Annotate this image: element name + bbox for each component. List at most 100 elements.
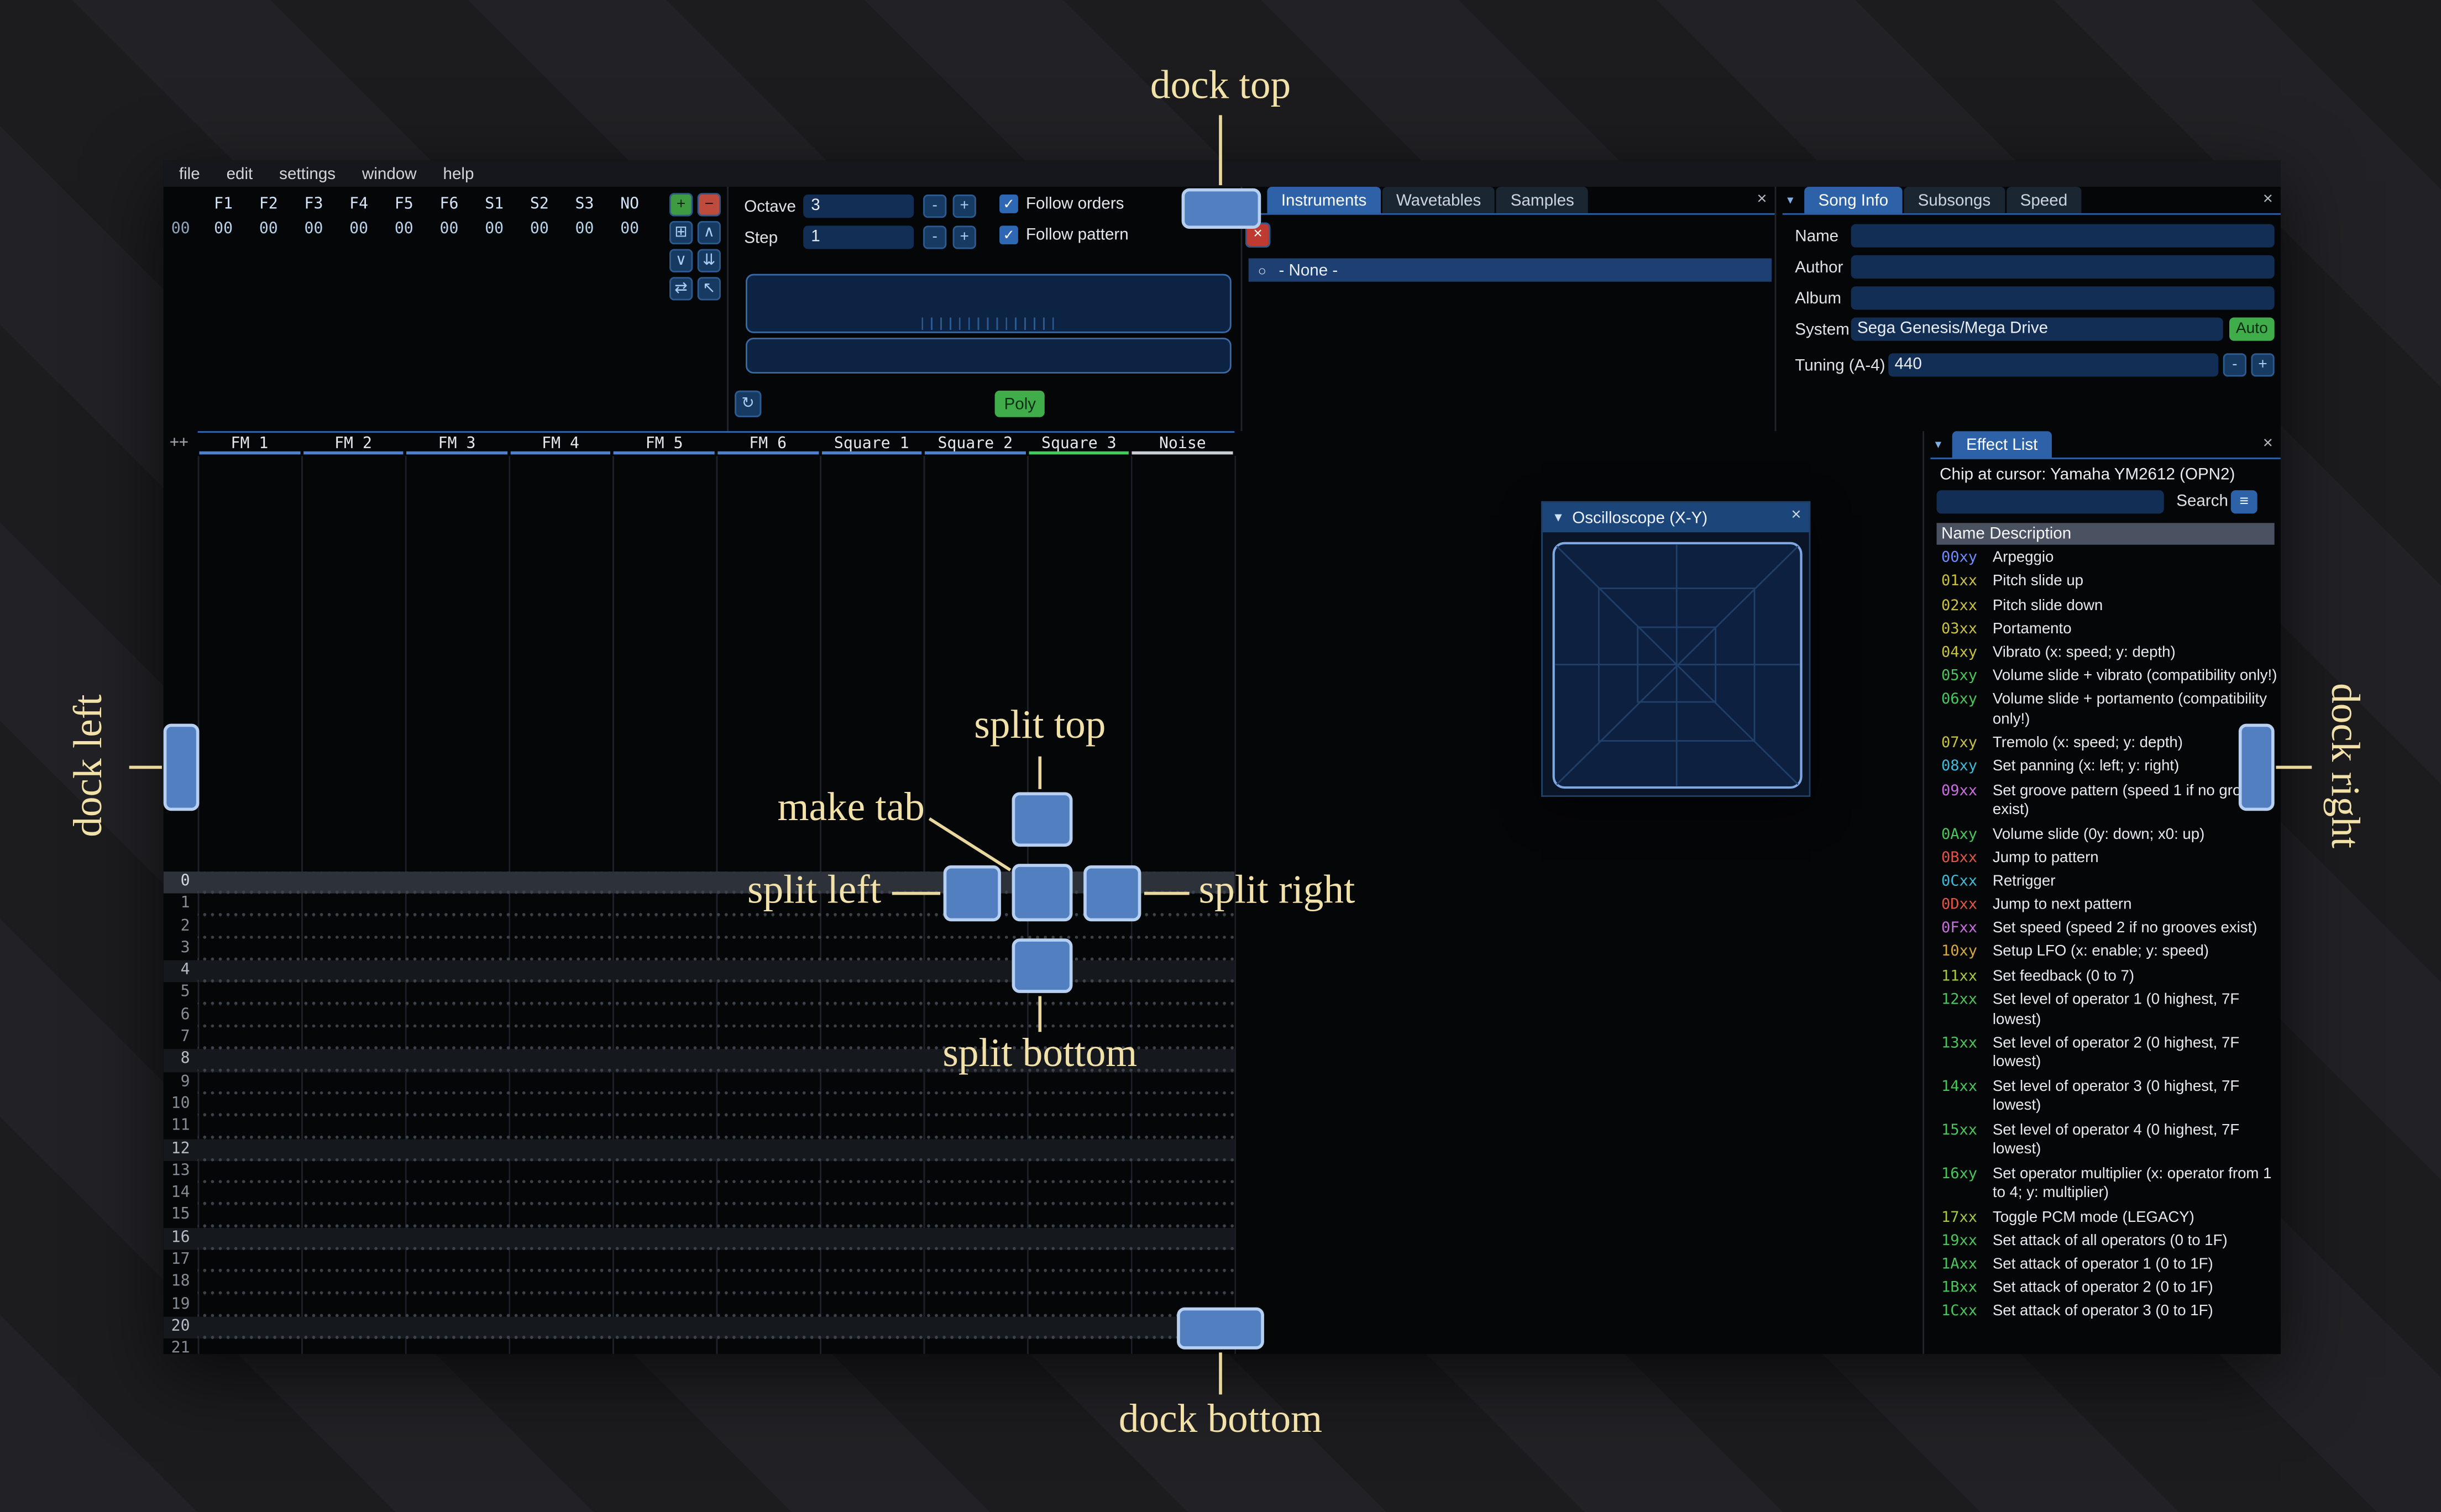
effect-row[interactable]: 0Axy Volume slide (0y: down; x0: up) [1937, 824, 2281, 848]
order-add-button[interactable]: + [669, 193, 693, 217]
tab-samples[interactable]: Samples [1496, 186, 1589, 213]
pattern-row[interactable]: 14 [164, 1183, 1235, 1206]
order-cell[interactable]: 00 [246, 221, 291, 238]
channel-header[interactable]: Noise [1131, 433, 1235, 456]
effect-row[interactable]: 04xy Vibrato (x: speed; y: depth) [1937, 642, 2281, 666]
step-plus-button[interactable]: + [952, 225, 976, 249]
pattern-row[interactable]: 18 [164, 1272, 1235, 1295]
pattern-cells[interactable] [197, 1294, 1235, 1317]
order-cell[interactable]: 00 [291, 221, 337, 238]
channel-header[interactable]: Square 1 [820, 433, 924, 456]
poly-button[interactable]: Poly [994, 390, 1045, 417]
effect-row[interactable]: 14xx Set level of operator 3 (0 highest,… [1937, 1076, 2281, 1120]
step-input[interactable]: 1 [803, 225, 914, 249]
pattern-row[interactable]: 19 [164, 1294, 1235, 1317]
tab-wavetables[interactable]: Wavetables [1382, 186, 1495, 213]
dock-target-left[interactable] [163, 723, 200, 811]
order-cell[interactable]: 00 [427, 221, 472, 238]
effect-row[interactable]: 0Bxx Jump to pattern [1937, 847, 2281, 871]
pattern-cells[interactable] [197, 894, 1235, 916]
pattern-cells[interactable] [197, 1227, 1235, 1250]
effect-row[interactable]: 16xy Set operator multiplier (x: operato… [1937, 1163, 2281, 1207]
close-icon[interactable]: × [2263, 434, 2273, 453]
oscilloscope-title-bar[interactable]: ▼ Oscilloscope (X-Y) [1542, 502, 1809, 533]
effect-row[interactable]: 1Cxx Set attack of operator 3 (0 to 1F) [1937, 1301, 2281, 1325]
effect-row[interactable]: 06xy Volume slide + portamento (compatib… [1937, 690, 2281, 733]
channel-header[interactable]: FM 4 [509, 433, 612, 456]
effect-row[interactable]: 0Dxx Jump to next pattern [1937, 895, 2281, 918]
tab-instruments[interactable]: Instruments [1267, 186, 1381, 213]
dock-target-right[interactable] [2238, 723, 2275, 811]
pattern-row[interactable]: 1 [164, 894, 1235, 916]
order-remove-button[interactable]: − [697, 193, 721, 217]
order-move-down-button[interactable]: ∨ [669, 249, 693, 272]
pattern-cells[interactable] [197, 938, 1235, 961]
pattern-cells[interactable] [197, 983, 1235, 1005]
order-edit-button[interactable]: ↖ [697, 277, 721, 301]
order-cell[interactable]: 00 [517, 221, 562, 238]
split-target-right[interactable] [1083, 865, 1141, 922]
author-input[interactable] [1851, 255, 2275, 279]
pattern-cells[interactable] [197, 1138, 1235, 1161]
split-target-left[interactable] [943, 865, 1001, 922]
pattern-row[interactable]: 12 [163, 1138, 1235, 1161]
system-input[interactable]: Sega Genesis/Mega Drive [1851, 317, 2223, 341]
pattern-cells[interactable] [197, 1161, 1235, 1183]
pattern-row[interactable]: 13 [164, 1161, 1235, 1183]
pattern-row[interactable]: 6 [164, 1005, 1235, 1027]
pattern-row[interactable]: 15 [164, 1205, 1235, 1228]
close-icon[interactable]: × [1757, 190, 1767, 209]
menu-item[interactable]: help [443, 164, 474, 183]
pattern-row[interactable]: 20 [163, 1316, 1235, 1339]
octave-input[interactable]: 3 [803, 195, 914, 218]
pattern-cells[interactable] [197, 1094, 1235, 1117]
dock-target-bottom[interactable] [1177, 1307, 1264, 1350]
effect-row[interactable]: 13xx Set level of operator 2 (0 highest,… [1937, 1033, 2281, 1077]
effect-row[interactable]: 07xy Tremolo (x: speed; y: depth) [1937, 733, 2281, 757]
order-duplicate-end-button[interactable]: ⇊ [697, 249, 721, 272]
pattern-cells[interactable] [197, 872, 1235, 894]
order-cell[interactable]: 00 [562, 221, 607, 238]
pattern-row[interactable]: 10 [164, 1094, 1235, 1117]
tab-subsongs[interactable]: Subsongs [1904, 186, 2005, 213]
pattern-cells[interactable] [197, 1338, 1235, 1355]
menu-item[interactable]: settings [279, 164, 336, 183]
repeat-button[interactable]: ↻ [735, 390, 762, 417]
order-cell[interactable]: 00 [336, 221, 381, 238]
octave-minus-button[interactable]: - [923, 195, 947, 218]
tuning-input[interactable]: 440 [1888, 353, 2219, 377]
menu-item[interactable]: file [179, 164, 200, 183]
channel-header[interactable]: Square 3 [1027, 433, 1131, 456]
tab-song-info[interactable]: Song Info [1804, 186, 1903, 213]
close-icon[interactable]: × [2263, 190, 2273, 209]
pattern-row[interactable]: 17 [164, 1250, 1235, 1272]
pattern-cells[interactable] [197, 916, 1235, 938]
channel-header[interactable]: FM 3 [405, 433, 509, 456]
order-move-up-button[interactable]: ∧ [697, 221, 721, 245]
pattern-row[interactable]: 2 [164, 916, 1235, 938]
close-icon[interactable]: × [1791, 506, 1801, 524]
channel-header[interactable]: FM 1 [198, 433, 302, 456]
effect-row[interactable]: 00xy Arpeggio [1937, 548, 2281, 571]
pattern-cells[interactable] [197, 1250, 1235, 1272]
effect-row[interactable]: 1Axx Set attack of operator 1 (0 to 1F) [1937, 1254, 2281, 1278]
effect-row[interactable]: 0Cxx Retrigger [1937, 871, 2281, 895]
pattern-row[interactable]: 16 [163, 1227, 1235, 1250]
order-cell[interactable]: 00 [472, 221, 517, 238]
pattern-cells[interactable] [197, 1205, 1235, 1228]
instrument-list-item[interactable]: ○ - None - [1248, 258, 1772, 282]
effect-row[interactable]: 19xx Set attack of all operators (0 to 1… [1937, 1230, 2281, 1254]
octave-plus-button[interactable]: + [952, 195, 976, 218]
effect-row[interactable]: 11xx Set feedback (0 to 7) [1937, 965, 2281, 989]
order-cell[interactable]: 00 [381, 221, 427, 238]
album-input[interactable] [1851, 286, 2275, 310]
tuning-plus-button[interactable]: + [2251, 353, 2275, 377]
dock-target-top[interactable] [1181, 188, 1261, 229]
pattern-cells[interactable] [197, 1272, 1235, 1295]
pattern-row[interactable]: 21 [164, 1338, 1235, 1355]
order-row[interactable]: 00 00 00 00 00 00 00 00 00 00 [201, 221, 652, 238]
follow-pattern-checkbox[interactable]: ✓ Follow pattern [999, 225, 1129, 245]
pattern-cells[interactable] [197, 1005, 1235, 1027]
order-duplicate-button[interactable]: ⊞ [669, 221, 693, 245]
effect-row[interactable]: 09xx Set groove pattern (speed 1 if no g… [1937, 780, 2281, 824]
